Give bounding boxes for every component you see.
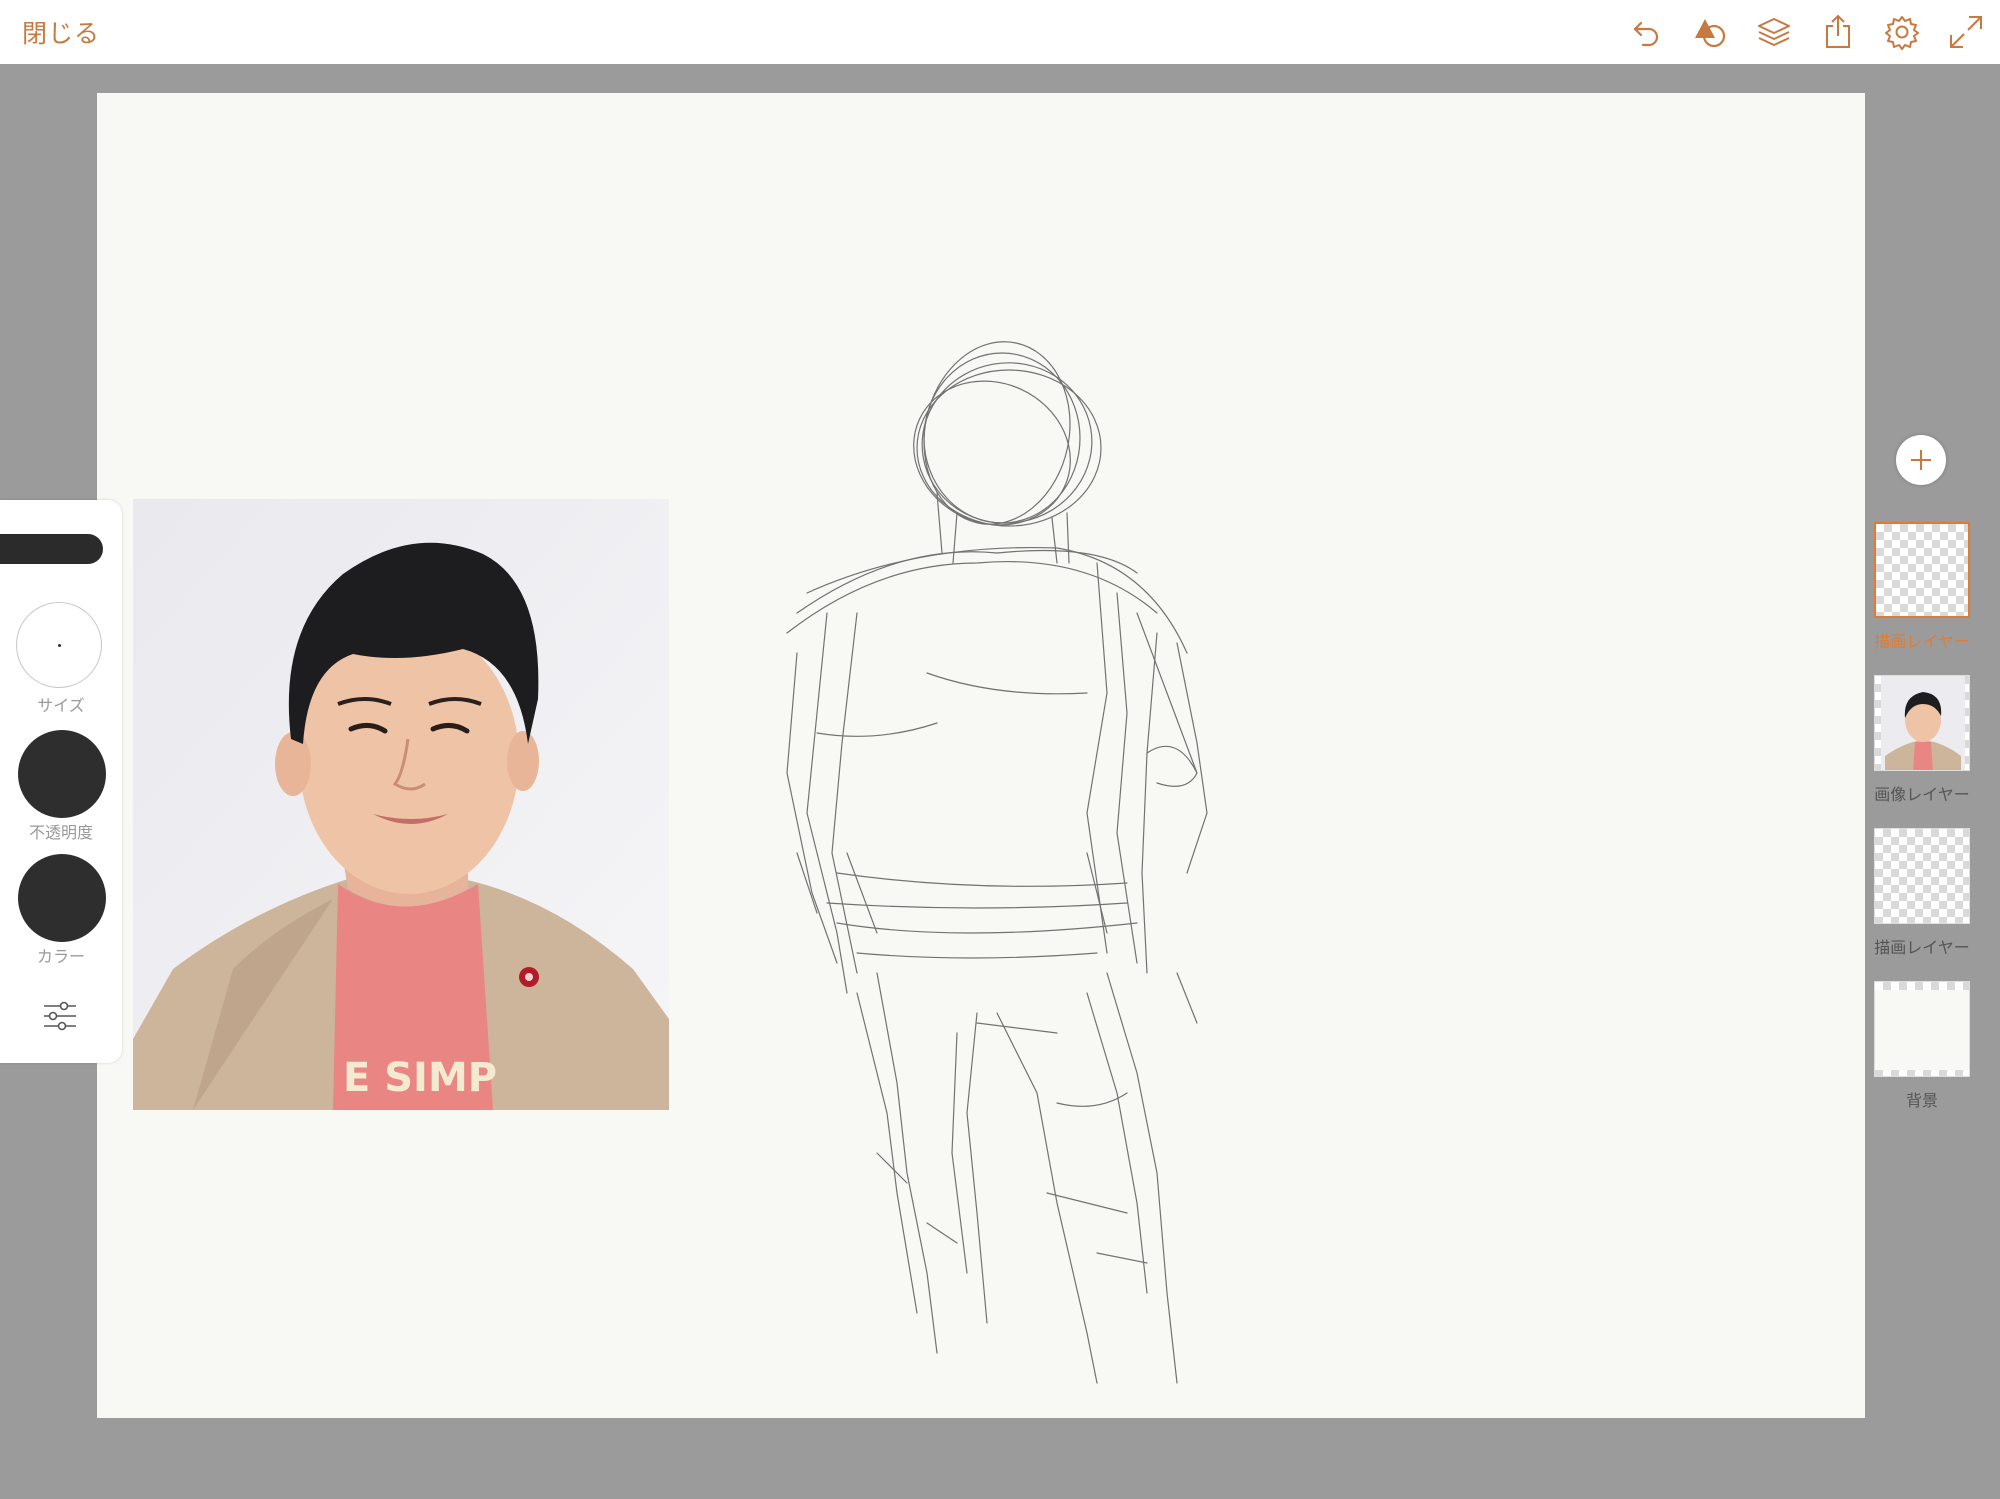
reference-photo: E SIMP [133, 499, 669, 1110]
close-button[interactable]: 閉じる [22, 14, 100, 50]
size-label: サイズ [37, 696, 85, 715]
layers-panel: 描画レイヤー 画像レイヤー 描画レイヤー 背景 [1866, 430, 2000, 1130]
brush-selector[interactable] [0, 534, 103, 564]
layer-name: 背景 [1905, 1091, 1938, 1110]
brush-tool-panel: サイズ 不透明度 カラー [0, 500, 122, 1063]
shirt-text: E SIMP [343, 1055, 497, 1101]
size-preview-dot [58, 644, 61, 647]
size-control[interactable] [16, 602, 102, 688]
layers-icon[interactable] [1756, 14, 1792, 50]
add-layer-button[interactable] [1896, 435, 1946, 485]
layer-name: 描画レイヤー [1874, 632, 1970, 651]
color-label: カラー [36, 947, 85, 966]
plus-icon [1911, 450, 1931, 470]
sliders-icon[interactable] [42, 998, 78, 1034]
layer-thumb-drawing-active[interactable] [1874, 522, 1970, 618]
shapes-icon[interactable] [1692, 14, 1728, 50]
fullscreen-icon[interactable] [1948, 14, 1984, 50]
background-fill [1875, 990, 1969, 1070]
layer-name: 描画レイヤー [1874, 938, 1970, 957]
settings-icon[interactable] [1884, 14, 1920, 50]
layer-thumb-drawing[interactable] [1874, 828, 1970, 924]
color-control[interactable] [18, 854, 106, 942]
layer-thumb-background[interactable] [1874, 981, 1970, 1077]
share-icon[interactable] [1820, 14, 1856, 50]
layer-thumb-image[interactable] [1874, 675, 1970, 771]
opacity-control[interactable] [18, 730, 106, 818]
undo-icon[interactable] [1628, 14, 1664, 50]
top-toolbar: 閉じる [0, 0, 2000, 64]
opacity-label: 不透明度 [28, 823, 93, 842]
layer-name: 画像レイヤー [1874, 785, 1970, 804]
